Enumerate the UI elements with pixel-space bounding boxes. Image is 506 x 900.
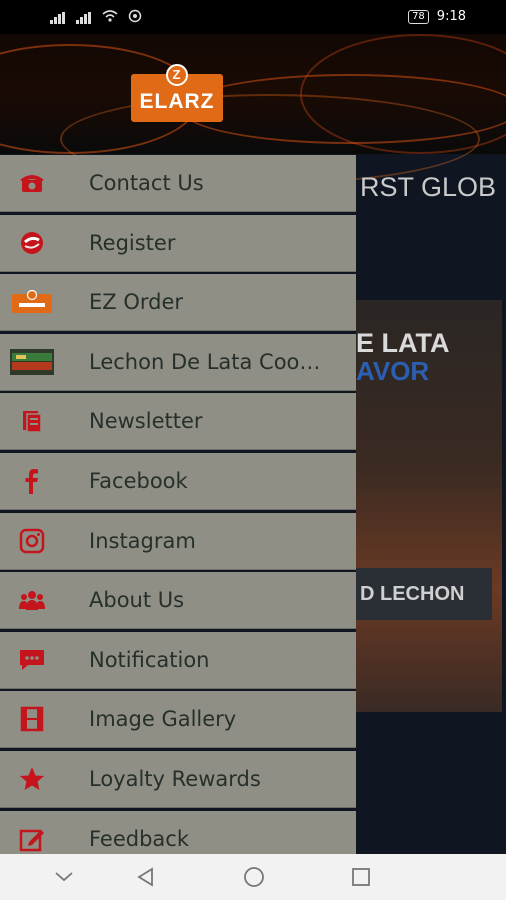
system-navigation-bar [0,854,506,900]
status-bar: 78 9:18 [0,0,506,34]
menu-item-newsletter[interactable]: Newsletter [0,393,356,451]
instagram-icon [10,526,54,556]
menu-item-register[interactable]: Register [0,214,356,272]
elarz-logo: Z ELARZ [131,64,223,122]
newsletter-icon [10,406,54,436]
menu-label-lechon-de-lata: Lechon De Lata Coo… [89,349,321,374]
signal-icon [50,12,66,24]
collapse-chevron-icon[interactable] [52,866,76,888]
menu-label-newsletter: Newsletter [89,409,203,434]
promo-can-label: D LECHON [356,568,492,620]
clock: 9:18 [436,9,466,24]
signal-icon-2 [76,12,92,24]
header-banner: Z ELARZ [0,34,506,184]
promo-line-1: E LATA [356,328,450,358]
menu-label-register: Register [89,230,176,255]
wifi-icon [102,10,118,26]
chat-bubble-icon [10,645,54,675]
menu-label-instagram: Instagram [89,528,196,553]
lechon-thumbnail-icon [10,347,54,377]
menu-label-notification: Notification [89,647,210,672]
menu-item-loyalty-rewards[interactable]: Loyalty Rewards [0,750,356,808]
battery-indicator: 78 [408,9,429,24]
people-icon [10,585,54,615]
recent-apps-icon[interactable] [349,866,373,888]
promo-image[interactable]: E LATA AVOR D LECHON [356,300,502,712]
logo-badge: Z [166,64,188,86]
menu-item-contact-us[interactable]: Contact Us [0,155,356,212]
facebook-icon [10,466,54,496]
menu-item-about-us[interactable]: About Us [0,572,356,630]
menu-label-facebook: Facebook [89,468,188,493]
star-icon [10,764,54,794]
banner-title: RST GLOB [360,172,497,202]
menu-label-ez-order: EZ Order [89,290,184,315]
film-icon [10,704,54,734]
menu-item-image-gallery[interactable]: Image Gallery [0,691,356,749]
menu-item-lechon-de-lata[interactable]: Lechon De Lata Coo… [0,333,356,391]
home-icon[interactable] [242,866,266,888]
telephone-icon [10,168,54,198]
logo-text: ELARZ [139,90,215,113]
promo-line-2: AVOR [356,356,430,386]
menu-label-about-us: About Us [89,588,185,613]
whatsapp-icon [128,9,142,27]
back-icon[interactable] [134,866,158,888]
menu-label-loyalty-rewards: Loyalty Rewards [89,766,261,791]
menu-item-facebook[interactable]: Facebook [0,452,356,510]
menu-label-image-gallery: Image Gallery [89,707,237,732]
edit-icon [10,824,54,854]
navigation-drawer: Contact Us Register EZ Order Lechon De L… [0,155,356,854]
menu-item-ez-order[interactable]: EZ Order [0,274,356,332]
menu-label-feedback: Feedback [89,826,190,851]
elarz-logo-icon [10,287,54,317]
menu-label-contact-us: Contact Us [89,171,204,195]
register-icon [10,228,54,258]
menu-item-notification[interactable]: Notification [0,631,356,689]
menu-item-instagram[interactable]: Instagram [0,512,356,570]
menu-item-feedback[interactable]: Feedback [0,810,356,854]
